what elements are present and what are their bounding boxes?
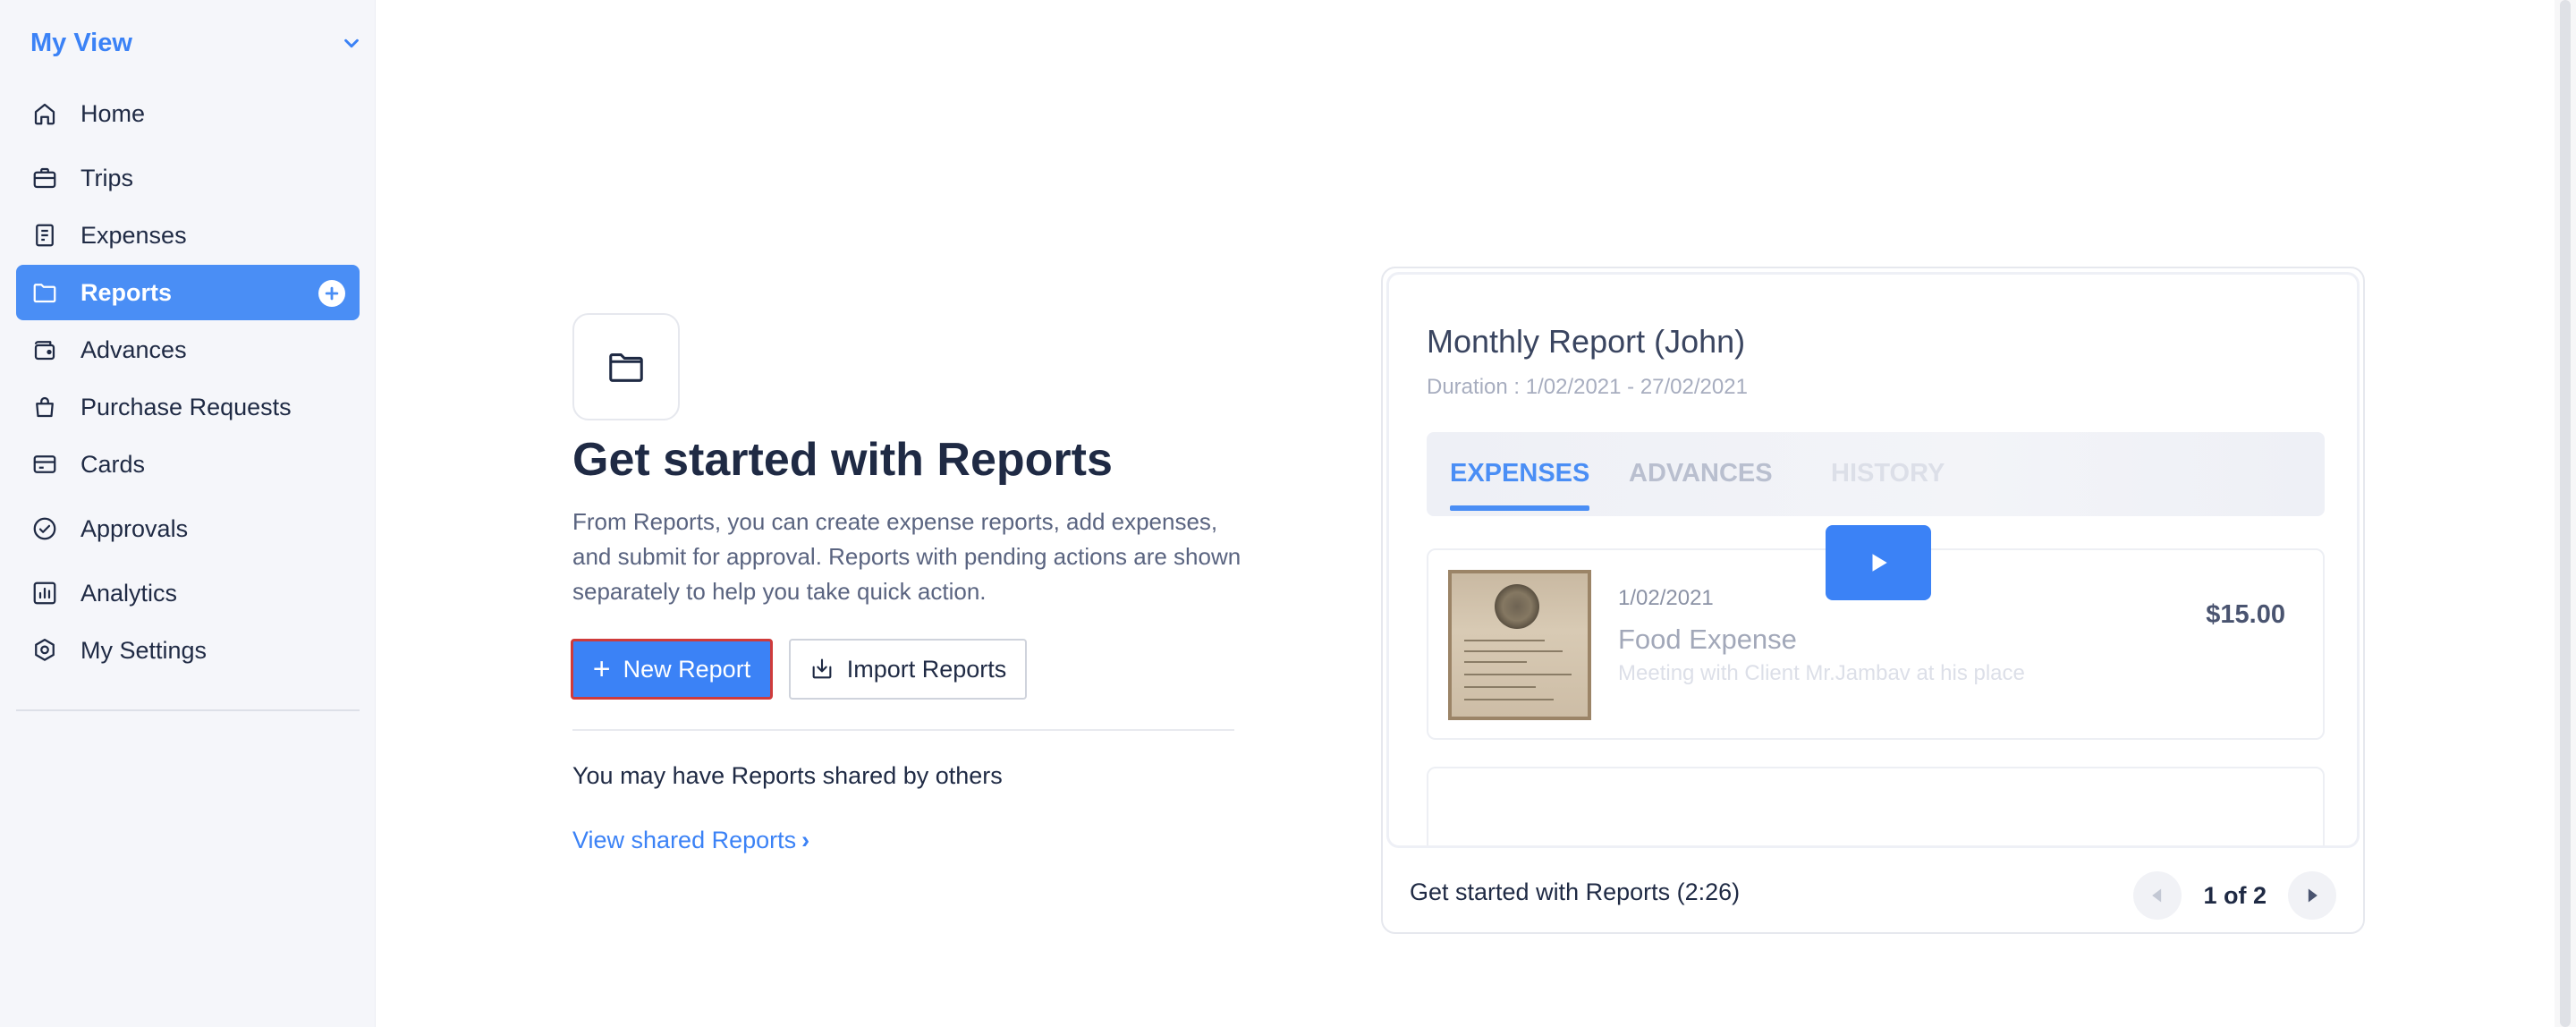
folder-icon: [29, 276, 61, 309]
sidebar-item-label: Trips: [80, 164, 133, 191]
reports-folder-tile: [572, 313, 680, 420]
shared-reports-text: You may have Reports shared by others: [572, 762, 1003, 789]
video-player[interactable]: Monthly Report (John) Duration : 1/02/20…: [1386, 272, 2360, 848]
chart-icon: [29, 577, 61, 609]
sidebar-item-purchase-requests[interactable]: Purchase Requests: [16, 379, 360, 435]
new-report-button[interactable]: + New Report: [571, 639, 773, 700]
import-icon: [812, 658, 832, 679]
chevron-right-icon: ›: [801, 827, 810, 853]
receipt-icon: [29, 219, 61, 251]
new-report-label: New Report: [623, 655, 751, 683]
sidebar-item-trips[interactable]: Trips: [16, 150, 360, 206]
sidebar-item-label: My Settings: [80, 636, 208, 664]
video-footer: Get started with Reports (2:26) 1 of 2: [1383, 850, 2363, 932]
expense-name: Food Expense: [1618, 624, 1797, 655]
video-pager: 1 of 2: [2133, 871, 2336, 920]
chevron-down-icon: [344, 38, 359, 48]
sidebar-item-analytics[interactable]: Analytics: [16, 565, 360, 621]
video-title: Get started with Reports (2:26): [1410, 878, 1741, 905]
sidebar-item-advances[interactable]: Advances: [16, 322, 360, 378]
add-report-icon[interactable]: [318, 280, 345, 307]
home-icon: [29, 98, 61, 130]
sidebar-item-label: Advances: [80, 335, 187, 363]
check-circle-icon: [29, 513, 61, 545]
sample-report-tabs: EXPENSES ADVANCES HISTORY: [1427, 432, 2325, 516]
settings-icon: [29, 634, 61, 666]
sidebar-item-label: Reports: [80, 278, 173, 306]
sidebar-item-my-settings[interactable]: My Settings: [16, 623, 360, 678]
credit-card-icon: [29, 448, 61, 480]
tab-advances: ADVANCES: [1629, 459, 1773, 488]
expense-date: 1/02/2021: [1618, 586, 1714, 610]
tutorial-video-card: Monthly Report (John) Duration : 1/02/20…: [1381, 267, 2365, 934]
sidebar-item-cards[interactable]: Cards: [16, 437, 360, 492]
view-switcher[interactable]: My View: [30, 25, 361, 61]
expense-amount: $15.00: [2206, 600, 2285, 629]
shopping-bag-icon: [29, 391, 61, 423]
tab-expenses: EXPENSES: [1450, 459, 1590, 511]
sample-expense-row: [1427, 767, 2325, 845]
section-divider: [572, 729, 1234, 731]
sidebar-divider: [16, 709, 360, 711]
tab-history: HISTORY: [1831, 459, 1945, 488]
briefcase-icon: [29, 162, 61, 194]
video-page-count: 1 of 2: [2203, 881, 2267, 909]
sidebar-item-label: Expenses: [80, 221, 187, 249]
page-scrollbar[interactable]: [2555, 0, 2576, 1027]
sidebar-item-expenses[interactable]: Expenses: [16, 208, 360, 263]
sidebar-item-home[interactable]: Home: [16, 86, 360, 141]
page-description: From Reports, you can create expense rep…: [572, 508, 1241, 605]
scrollbar-thumb[interactable]: [2560, 0, 2571, 1027]
sidebar-item-label: Cards: [80, 450, 146, 478]
expense-purpose: Meeting with Client Mr.Jambav at his pla…: [1618, 661, 2025, 685]
receipt-logo: [1495, 584, 1539, 629]
import-reports-label: Import Reports: [846, 655, 1007, 683]
sidebar-item-reports[interactable]: Reports: [16, 265, 360, 320]
folder-icon: [609, 353, 643, 382]
view-shared-reports-label: View shared Reports: [572, 827, 797, 853]
play-button[interactable]: [1826, 525, 1931, 600]
import-reports-button[interactable]: Import Reports: [789, 639, 1027, 700]
chevron-right-icon: [2308, 888, 2318, 903]
sidebar-item-label: Home: [80, 99, 146, 127]
sample-report-duration: Duration : 1/02/2021 - 27/02/2021: [1427, 375, 1748, 399]
receipt-thumbnail: [1448, 570, 1591, 720]
sidebar-item-label: Analytics: [80, 579, 178, 607]
view-shared-reports-link[interactable]: View shared Reports ›: [572, 827, 809, 854]
sidebar-item-approvals[interactable]: Approvals: [16, 501, 360, 556]
play-icon: [1872, 554, 1887, 572]
sidebar-item-label: Approvals: [80, 514, 189, 542]
sidebar-item-label: Purchase Requests: [80, 393, 292, 420]
wallet-icon: [29, 334, 61, 366]
plus-icon: +: [592, 652, 611, 686]
sample-report-title: Monthly Report (John): [1427, 323, 1746, 360]
view-switcher-label: My View: [30, 28, 132, 57]
previous-video-button[interactable]: [2133, 871, 2182, 920]
chevron-left-icon: [2152, 888, 2162, 903]
sidebar: My View Home Trips Expenses Reports Adva…: [0, 0, 376, 1027]
page-title: Get started with Reports: [572, 434, 1113, 486]
next-video-button[interactable]: [2288, 871, 2336, 920]
